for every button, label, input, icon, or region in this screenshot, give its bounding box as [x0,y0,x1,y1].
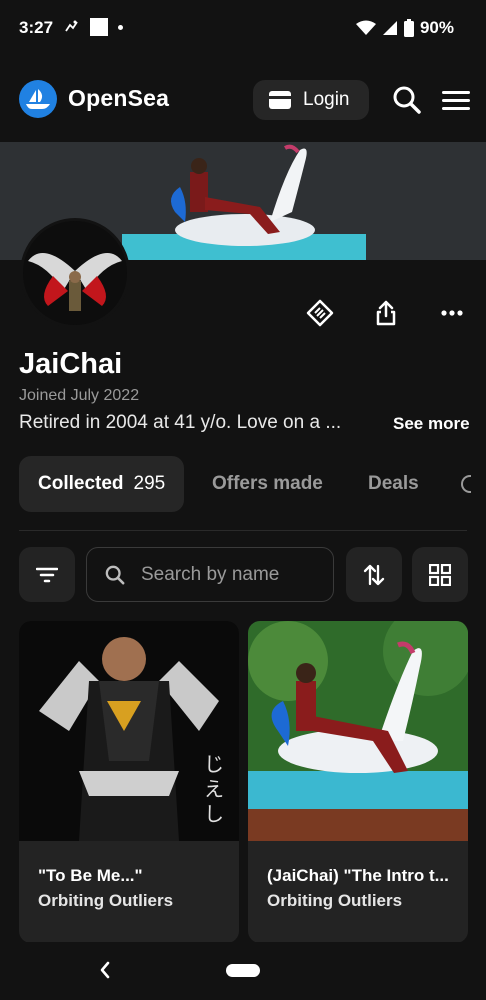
profile-actions [305,298,467,328]
tab-offers-made[interactable]: Offers made [212,456,323,512]
search-input[interactable] [139,562,333,587]
tag-icon [306,299,334,327]
share-button[interactable] [371,298,401,328]
nft-artwork-text: じ [204,752,224,776]
tab-divider [19,530,467,531]
back-icon[interactable] [98,960,112,980]
login-label: Login [303,89,350,110]
tab-collected[interactable]: Collected 295 [19,456,185,512]
battery-percent: 90% [419,18,454,37]
more-options-button[interactable] [437,298,467,328]
more-horizontal-icon [441,310,463,316]
status-time: 3:27 [19,18,54,37]
joined-date: Joined July 2022 [19,387,140,404]
nft-collection: Orbiting Outliers [38,891,174,910]
nft-title: (JaiChai) "The Intro t... [267,866,449,885]
search-icon [393,86,421,114]
square-notification-icon [90,18,108,36]
nft-image[interactable]: じ え し [19,621,239,841]
filter-icon [36,567,58,582]
search-field[interactable] [86,547,334,602]
nft-image[interactable] [248,621,468,841]
nft-artwork-text: し [204,802,224,826]
share-icon [376,300,396,326]
nft-title: "To Be Me..." [38,866,143,885]
login-button[interactable]: Login [253,80,369,120]
status-bar: 3:27 90% [0,0,486,58]
tab-deals[interactable]: Deals [368,456,419,512]
app-header: OpenSea Login [0,58,486,142]
nft-artwork-text: え [204,777,224,801]
nft-card[interactable]: (JaiChai) "The Intro t... Orbiting Outli… [248,621,468,943]
avatar-image [23,221,127,325]
tab-label: Deals [368,473,419,494]
tab-label: Collected [38,473,124,494]
status-notification-icons [64,18,123,36]
search-icon [105,565,125,584]
tab-count: 295 [133,473,166,494]
nft-collection: Orbiting Outliers [267,891,403,910]
nft-card[interactable]: じ え し "To Be Me..." Orbiting Outliers [19,621,239,943]
menu-button[interactable] [442,85,470,115]
make-offer-button[interactable] [305,298,335,328]
grid-view-button[interactable] [412,547,468,602]
signal-icon [382,21,397,35]
search-button[interactable] [392,85,424,117]
profile-avatar [20,218,130,328]
home-pill[interactable] [226,964,260,977]
opensea-logo-icon[interactable] [19,80,57,118]
battery-icon [403,19,414,37]
activity-icon [65,20,78,32]
grid-icon [429,563,451,586]
profile-tabs: Collected 295 Offers made Deals [19,456,486,512]
sort-button[interactable] [346,547,402,602]
status-right: 90% [355,18,454,38]
filter-button[interactable] [19,547,75,602]
tab-label: Offers made [212,473,323,494]
sort-arrows-icon [363,564,385,585]
menu-icon-line [442,98,470,102]
wallet-icon [269,91,291,109]
dot-icon [118,24,123,30]
profile-bio: Retired in 2004 at 41 y/o. Love on a ... [19,412,342,433]
menu-icon-line [442,106,470,110]
see-more-link[interactable]: See more [393,414,470,434]
brand-name[interactable]: OpenSea [68,85,169,112]
profile-name: JaiChai [19,348,123,380]
tab-overflow[interactable] [461,456,471,512]
wifi-icon [355,20,376,35]
menu-icon-line [442,90,470,94]
